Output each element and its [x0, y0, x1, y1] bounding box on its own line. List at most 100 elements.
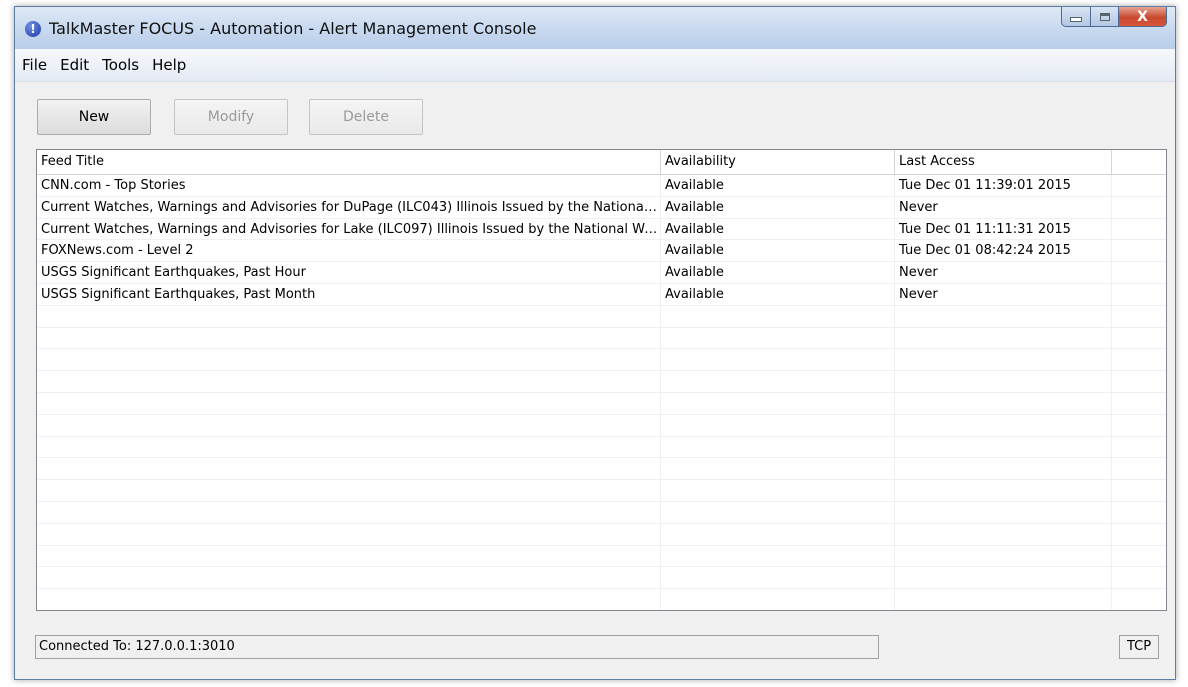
column-header-last-access[interactable]: Last Access — [895, 150, 1112, 174]
cell-feed-title — [37, 458, 661, 480]
menu-edit[interactable]: Edit — [53, 49, 95, 81]
window-controls: X — [1061, 7, 1167, 29]
cell-last-access — [895, 567, 1112, 589]
cell-availability — [661, 414, 895, 436]
cell-last-access: Never — [895, 262, 1112, 283]
menu-file[interactable]: File — [15, 49, 53, 81]
cell-feed-title: USGS Significant Earthquakes, Past Hour — [37, 262, 661, 283]
cell-blank — [1112, 197, 1166, 218]
cell-feed-title — [37, 392, 661, 414]
cell-availability: Available — [661, 196, 895, 218]
cell-last-access — [895, 392, 1112, 414]
cell-last-access — [895, 305, 1112, 327]
delete-button[interactable]: Delete — [309, 99, 423, 135]
status-protocol: TCP — [1119, 635, 1159, 659]
table-row[interactable]: Current Watches, Warnings and Advisories… — [37, 218, 1166, 241]
empty-row — [37, 458, 1166, 481]
table-row[interactable]: USGS Significant Earthquakes, Past Hour A… — [37, 262, 1166, 284]
cell-blank — [1112, 415, 1166, 436]
close-icon: X — [1137, 8, 1148, 25]
maximize-button[interactable] — [1091, 7, 1119, 27]
cell-last-access — [895, 480, 1112, 501]
title-bar[interactable]: ! TalkMaster FOCUS - Automation - Alert … — [15, 7, 1175, 49]
cell-blank — [1112, 219, 1166, 240]
cell-last-access — [895, 436, 1112, 458]
column-header-feed-title[interactable]: Feed Title — [37, 150, 661, 174]
cell-availability — [661, 349, 895, 371]
feed-list[interactable]: Feed Title Availability Last Access CNN.… — [36, 149, 1167, 611]
column-header-blank[interactable] — [1112, 150, 1166, 174]
cell-feed-title: FOXNews.com - Level 2 — [37, 240, 661, 262]
list-rows: CNN.com - Top Stories Available Tue Dec 01… — [37, 175, 1166, 610]
empty-row — [37, 305, 1166, 328]
cell-last-access — [895, 371, 1112, 392]
cell-feed-title: Current Watches, Warnings and Advisories… — [37, 218, 661, 240]
cell-blank — [1112, 437, 1166, 458]
cell-blank — [1112, 502, 1166, 523]
cell-last-access — [895, 501, 1112, 523]
cell-feed-title — [37, 523, 661, 545]
cell-last-access: Tue Dec 01 11:11:31 2015 — [895, 218, 1112, 240]
cell-blank — [1112, 240, 1166, 261]
column-header-availability[interactable]: Availability — [661, 150, 895, 174]
cell-feed-title — [37, 305, 661, 327]
cell-blank — [1112, 458, 1166, 479]
table-row[interactable]: USGS Significant Earthquakes, Past Month… — [37, 283, 1166, 306]
cell-availability — [661, 480, 895, 501]
cell-feed-title — [37, 501, 661, 523]
cell-blank — [1112, 175, 1166, 196]
close-button[interactable]: X — [1119, 7, 1167, 27]
cell-last-access — [895, 414, 1112, 436]
cell-availability — [661, 523, 895, 545]
cell-availability — [661, 392, 895, 414]
cell-blank — [1112, 371, 1166, 392]
modify-button[interactable]: Modify — [174, 99, 288, 135]
cell-availability — [661, 436, 895, 458]
table-row[interactable]: CNN.com - Top Stories Available Tue Dec 01… — [37, 175, 1166, 197]
cell-feed-title: CNN.com - Top Stories — [37, 175, 661, 196]
minimize-button[interactable] — [1061, 7, 1091, 27]
cell-last-access: Tue Dec 01 08:42:24 2015 — [895, 240, 1112, 262]
cell-blank — [1112, 524, 1166, 545]
cell-availability — [661, 458, 895, 480]
menu-bar: File Edit Tools Help — [15, 49, 1175, 82]
cell-blank — [1112, 328, 1166, 349]
cell-last-access: Never — [895, 196, 1112, 218]
cell-availability — [661, 327, 895, 349]
status-connection: Connected To: 127.0.0.1:3010 — [35, 635, 879, 659]
cell-availability — [661, 545, 895, 567]
empty-row — [37, 414, 1166, 437]
cell-last-access — [895, 458, 1112, 480]
table-row[interactable]: Current Watches, Warnings and Advisories… — [37, 196, 1166, 219]
cell-availability: Available — [661, 175, 895, 196]
cell-blank — [1112, 262, 1166, 283]
cell-feed-title — [37, 589, 661, 610]
cell-feed-title: USGS Significant Earthquakes, Past Month — [37, 283, 661, 305]
empty-row — [37, 589, 1166, 610]
maximize-icon — [1099, 12, 1110, 21]
cell-blank — [1112, 589, 1166, 610]
cell-feed-title — [37, 349, 661, 371]
table-row[interactable]: FOXNews.com - Level 2 Available Tue Dec 01… — [37, 240, 1166, 263]
new-button[interactable]: New — [37, 99, 151, 135]
cell-blank — [1112, 284, 1166, 305]
cell-feed-title — [37, 480, 661, 501]
cell-blank — [1112, 546, 1166, 567]
main-window: ! TalkMaster FOCUS - Automation - Alert … — [14, 6, 1176, 680]
menu-tools[interactable]: Tools — [95, 49, 145, 81]
window-title: TalkMaster FOCUS - Automation - Alert Ma… — [49, 19, 537, 38]
empty-row — [37, 436, 1166, 459]
cell-feed-title — [37, 545, 661, 567]
cell-last-access: Never — [895, 283, 1112, 305]
empty-row — [37, 349, 1166, 372]
cell-blank — [1112, 480, 1166, 501]
cell-availability: Available — [661, 218, 895, 240]
cell-blank — [1112, 567, 1166, 588]
empty-row — [37, 567, 1166, 590]
empty-row — [37, 371, 1166, 393]
empty-row — [37, 480, 1166, 502]
menu-help[interactable]: Help — [145, 49, 192, 81]
cell-feed-title — [37, 414, 661, 436]
cell-last-access — [895, 327, 1112, 349]
empty-row — [37, 545, 1166, 568]
